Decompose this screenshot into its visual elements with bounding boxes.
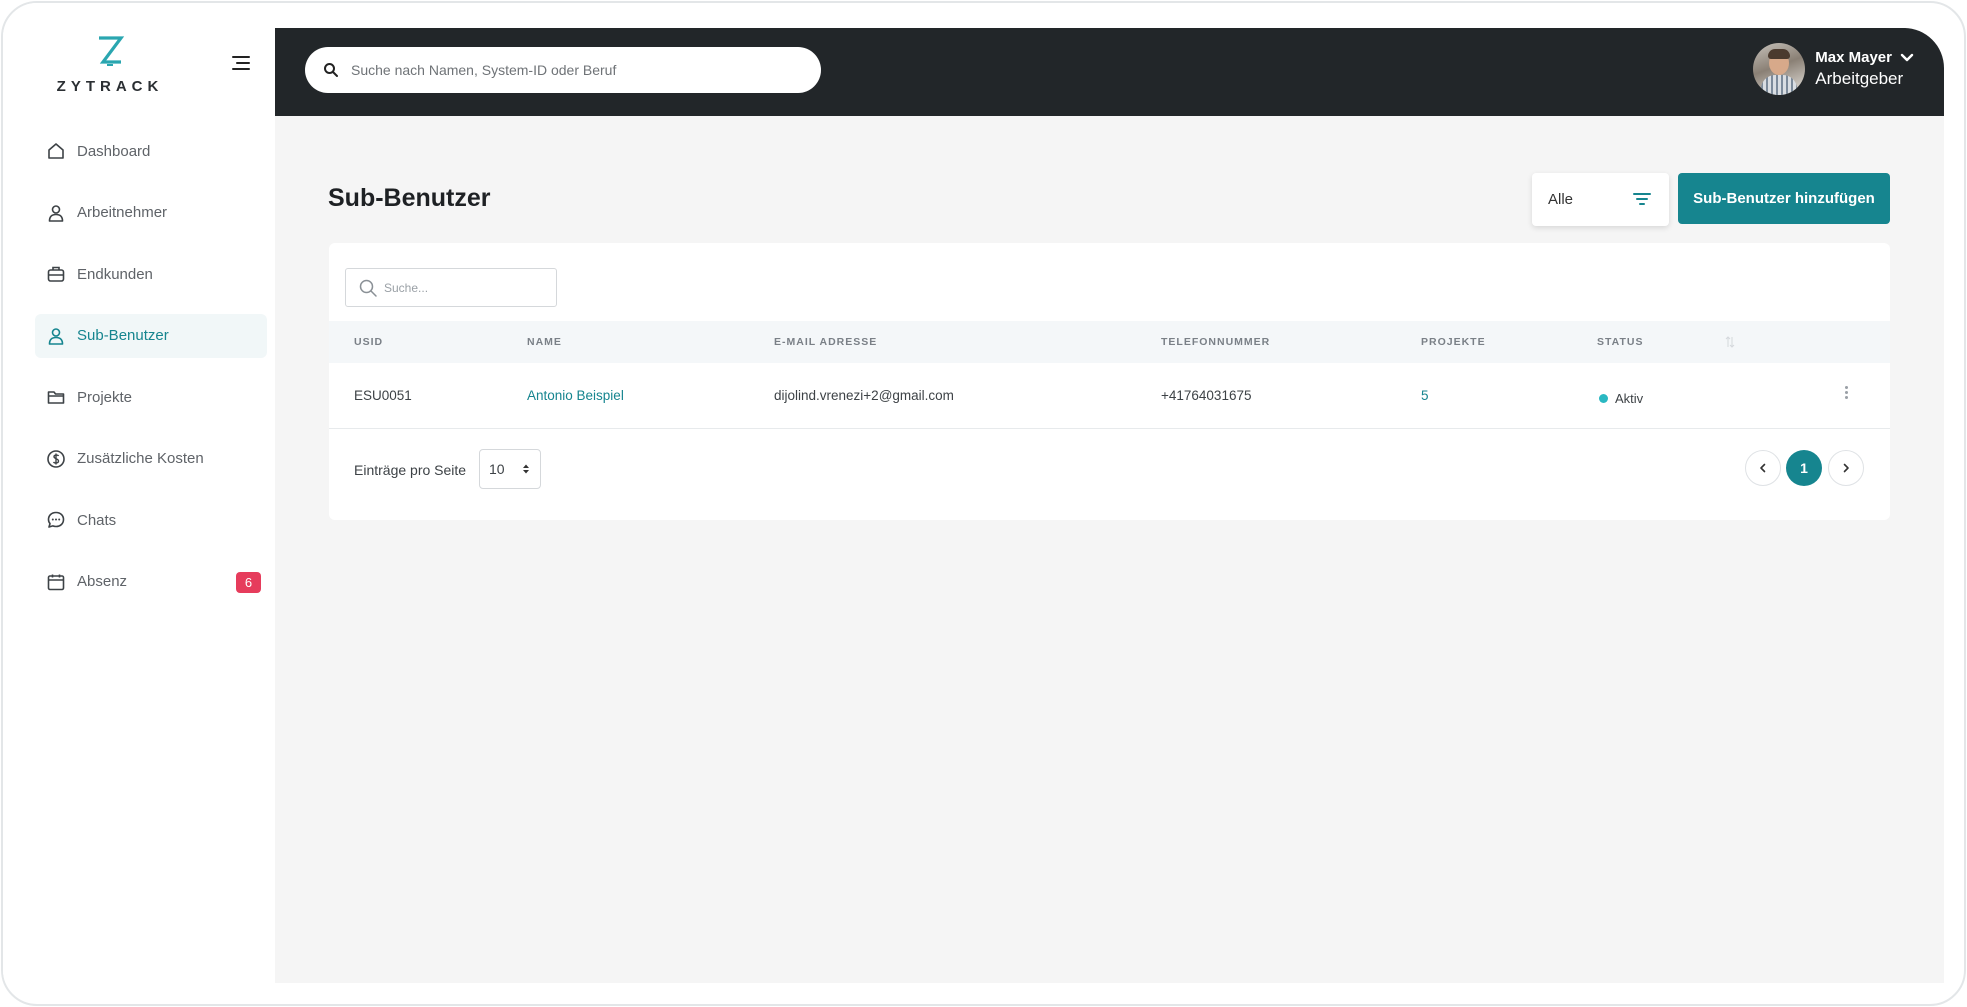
sidebar-item-label: Sub-Benutzer — [77, 327, 169, 344]
sidebar-item-label: Zusätzliche Kosten — [77, 450, 204, 467]
home-icon — [45, 140, 67, 162]
global-search-input[interactable] — [351, 62, 771, 78]
user-icon — [45, 325, 67, 347]
status-dot — [1599, 394, 1608, 403]
sidebar: ZYTRACK Dashboard Arbeitnehmer Endkunden… — [3, 3, 275, 983]
sidebar-item-sub-benutzer[interactable]: Sub-Benutzer — [35, 313, 267, 358]
per-page-select[interactable]: 10 — [479, 449, 541, 489]
chat-icon — [45, 509, 67, 531]
filter-value: Alle — [1548, 191, 1574, 208]
sidebar-nav: Dashboard Arbeitnehmer Endkunden Sub-Ben… — [35, 129, 267, 621]
sidebar-item-absenz[interactable]: Absenz 6 — [35, 560, 267, 604]
row-actions-menu-icon[interactable] — [1839, 383, 1853, 401]
search-icon — [359, 279, 377, 297]
sidebar-item-endkunden[interactable]: Endkunden — [35, 252, 267, 296]
search-icon — [324, 63, 338, 77]
table-header: USID NAME E-MAIL ADRESSE TELEFONNUMMER P… — [329, 321, 1890, 363]
table-row[interactable]: ESU0051 Antonio Beispiel dijolind.vrenez… — [329, 363, 1890, 429]
folder-icon — [45, 386, 67, 408]
chevron-left-icon — [1760, 463, 1766, 473]
cell-phone: +41764031675 — [1161, 388, 1252, 403]
pagination-prev-button[interactable] — [1745, 450, 1781, 486]
user-name: Max Mayer — [1815, 49, 1914, 66]
select-arrows-icon — [523, 464, 529, 474]
chevron-down-icon[interactable] — [1900, 53, 1914, 63]
column-header-phone[interactable]: TELEFONNUMMER — [1161, 336, 1270, 348]
sidebar-item-chats[interactable]: Chats — [35, 498, 267, 542]
user-name-text: Max Mayer — [1815, 49, 1892, 66]
column-header-usid[interactable]: USID — [354, 336, 383, 348]
per-page-value: 10 — [489, 461, 505, 477]
main-content: Sub-Benutzer Alle Sub-Benutzer hinzufüge… — [275, 116, 1944, 983]
cell-name-link[interactable]: Antonio Beispiel — [527, 388, 624, 403]
app-window: ZYTRACK Dashboard Arbeitnehmer Endkunden… — [1, 1, 1966, 1006]
pagination-page-button[interactable]: 1 — [1786, 450, 1822, 486]
sidebar-item-label: Chats — [77, 511, 117, 529]
sub-users-table-card: USID NAME E-MAIL ADRESSE TELEFONNUMMER P… — [329, 243, 1890, 520]
briefcase-icon — [45, 263, 67, 285]
absenz-count-badge: 6 — [236, 571, 261, 593]
cell-projects-link[interactable]: 5 — [1421, 388, 1429, 403]
cell-usid: ESU0051 — [354, 388, 412, 403]
logo[interactable]: ZYTRACK — [55, 35, 165, 95]
user-menu[interactable]: Max Mayer Arbeitgeber — [1753, 43, 1914, 95]
calendar-icon — [45, 571, 67, 593]
dollar-icon — [45, 448, 67, 470]
sidebar-item-label: Projekte — [77, 388, 133, 406]
page-title: Sub-Benutzer — [328, 184, 491, 212]
cell-email: dijolind.vrenezi+2@gmail.com — [774, 388, 954, 403]
user-icon — [45, 202, 67, 224]
cell-status: Aktiv — [1615, 391, 1644, 406]
column-header-name[interactable]: NAME — [527, 336, 562, 348]
sidebar-item-zusaetzliche-kosten[interactable]: Zusätzliche Kosten — [35, 437, 267, 481]
column-header-projects[interactable]: PROJEKTE — [1421, 336, 1486, 348]
avatar[interactable] — [1753, 43, 1806, 95]
filter-icon — [1633, 193, 1651, 205]
logo-text: ZYTRACK — [56, 78, 164, 95]
sidebar-item-label: Arbeitnehmer — [77, 204, 168, 221]
column-header-email[interactable]: E-MAIL ADRESSE — [774, 336, 877, 348]
pagination-next-button[interactable] — [1828, 450, 1864, 486]
table-search[interactable] — [345, 268, 557, 307]
sidebar-item-label: Absenz — [77, 573, 128, 590]
sort-icon[interactable] — [1725, 336, 1735, 348]
user-role: Arbeitgeber — [1815, 69, 1904, 88]
sidebar-item-dashboard[interactable]: Dashboard — [35, 129, 267, 173]
menu-toggle-icon[interactable] — [231, 55, 251, 71]
global-search[interactable] — [305, 47, 821, 93]
sidebar-item-arbeitnehmer[interactable]: Arbeitnehmer — [35, 191, 267, 235]
chevron-right-icon — [1843, 463, 1849, 473]
sidebar-item-label: Endkunden — [77, 265, 153, 283]
top-bar: Max Mayer Arbeitgeber — [275, 28, 1944, 116]
column-header-status[interactable]: STATUS — [1597, 336, 1643, 348]
sidebar-item-projekte[interactable]: Projekte — [35, 375, 267, 419]
table-search-input[interactable] — [384, 280, 544, 295]
per-page-label: Einträge pro Seite — [354, 462, 467, 478]
zytrack-logo-icon — [99, 36, 125, 66]
status-filter-dropdown[interactable]: Alle — [1532, 173, 1669, 226]
add-sub-user-button[interactable]: Sub-Benutzer hinzufügen — [1678, 173, 1890, 224]
sidebar-item-label: Dashboard — [77, 142, 151, 160]
